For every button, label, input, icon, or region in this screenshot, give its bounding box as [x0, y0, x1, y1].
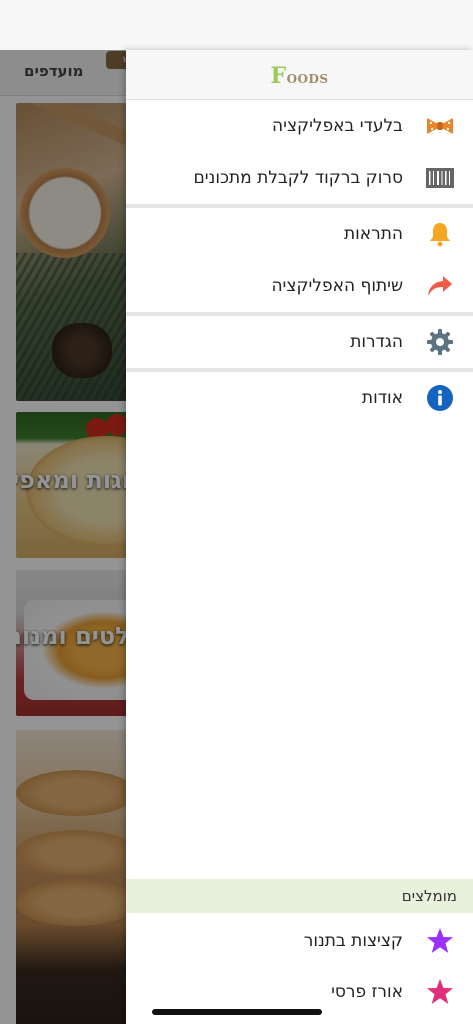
screen: מועדפים חדש עוגות ומאפים לפשט וכל הימים … [0, 0, 473, 1024]
menu-label: הגדרות [350, 332, 403, 352]
menu-item-notifications[interactable]: התראות [126, 208, 473, 260]
menu-label: אודות [361, 388, 403, 408]
home-indicator [152, 1009, 322, 1015]
recommended-item[interactable]: קציצות בתנור [126, 915, 473, 967]
side-drawer: Foods בלעדי באפליקציה סרוק ברקוד לקבלת מ… [126, 50, 473, 1024]
bell-icon [425, 219, 455, 249]
app-logo: Foods [270, 63, 329, 89]
menu-label: התראות [343, 224, 403, 244]
barcode-icon [425, 163, 455, 193]
recommended-header: מומלצים [126, 879, 473, 913]
menu-item-exclusive[interactable]: בלעדי באפליקציה [126, 100, 473, 152]
menu-item-settings[interactable]: הגדרות [126, 316, 473, 368]
menu-group: הגדרות [126, 316, 473, 372]
info-icon [425, 383, 455, 413]
star-icon [425, 926, 455, 956]
menu-item-share-app[interactable]: שיתוף האפליקציה [126, 260, 473, 312]
recommended-label: קציצות בתנור [303, 931, 403, 951]
recommended-label: אורז פרסי [331, 982, 403, 1002]
menu-group: אודות [126, 372, 473, 424]
star-icon [425, 977, 455, 1007]
menu-group: בלעדי באפליקציה סרוק ברקוד לקבלת מתכונים [126, 100, 473, 208]
menu-label: בלעדי באפליקציה [272, 116, 403, 136]
menu-item-scan-barcode[interactable]: סרוק ברקוד לקבלת מתכונים [126, 152, 473, 204]
status-bar [0, 0, 473, 50]
menu-label: שיתוף האפליקציה [271, 276, 403, 296]
menu-item-about[interactable]: אודות [126, 372, 473, 424]
share-arrow-icon [425, 271, 455, 301]
gear-icon [425, 327, 455, 357]
menu-group: התראות שיתוף האפליקציה [126, 208, 473, 316]
drawer-header: Foods [126, 50, 473, 100]
menu-label: סרוק ברקוד לקבלת מתכונים [193, 168, 403, 188]
bow-tie-icon [425, 111, 455, 141]
